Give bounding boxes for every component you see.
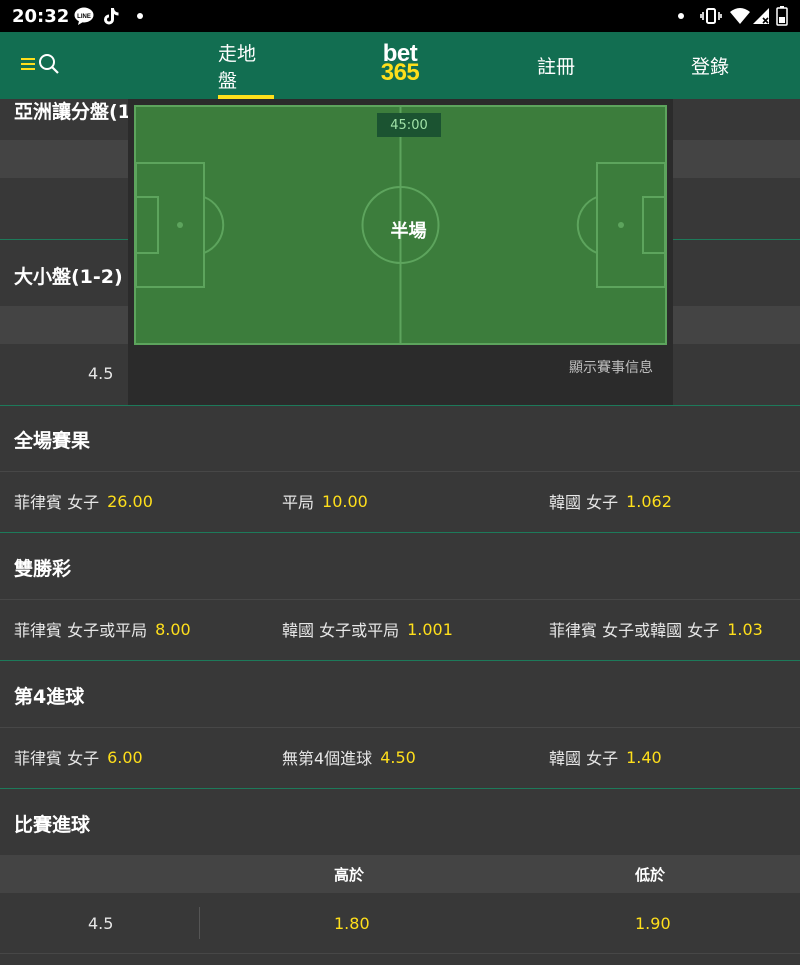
tiktok-icon bbox=[102, 7, 120, 25]
hamburger-icon[interactable] bbox=[20, 56, 36, 76]
signal-no-data-icon bbox=[752, 7, 770, 25]
divider bbox=[0, 788, 800, 789]
selection-away[interactable]: 韓國 女子 1.062 bbox=[549, 471, 672, 531]
selection-away-goal[interactable]: 韓國 女子 1.40 bbox=[549, 727, 662, 787]
match-clock: 45:00 bbox=[377, 113, 441, 137]
goals-line: 4.5 bbox=[88, 913, 114, 933]
divider bbox=[0, 405, 800, 406]
column-under: 低於 bbox=[635, 866, 666, 884]
match-goals-header-band: 高於 低於 bbox=[0, 855, 800, 893]
over-price[interactable]: 1.80 bbox=[334, 893, 370, 953]
nav-in-play[interactable]: 走地盤 bbox=[218, 32, 274, 99]
selection-no-goal[interactable]: 無第4個進球 4.50 bbox=[282, 727, 416, 787]
match-goals-row: 4.5 1.80 1.90 bbox=[0, 893, 800, 953]
match-status-label: 半場 bbox=[390, 221, 427, 242]
divider bbox=[0, 660, 800, 661]
menu-search-button[interactable] bbox=[20, 54, 64, 78]
football-pitch: 45:00 半場 bbox=[134, 105, 667, 345]
battery-icon bbox=[776, 6, 788, 26]
match-visualizer-panel: 45:00 半場 顯示賽事信息 bbox=[128, 99, 673, 405]
full-time-result-title: 全場賽果 bbox=[14, 430, 91, 452]
nav-login[interactable]: 登錄 bbox=[690, 32, 730, 99]
notification-dot-icon bbox=[677, 7, 685, 25]
bet365-logo[interactable]: bet 365 bbox=[377, 42, 423, 85]
double-chance-title: 雙勝彩 bbox=[14, 558, 72, 580]
selection-home-goal[interactable]: 菲律賓 女子 6.00 bbox=[14, 727, 143, 787]
selection-home[interactable]: 菲律賓 女子 26.00 bbox=[14, 471, 153, 531]
divider bbox=[0, 953, 800, 954]
vibrate-icon bbox=[700, 7, 722, 25]
search-icon[interactable] bbox=[38, 53, 60, 79]
column-divider bbox=[199, 907, 200, 939]
divider bbox=[0, 532, 800, 533]
over-under-title: 大小盤(1-2) bbox=[14, 266, 123, 288]
status-time: 20:32 bbox=[12, 6, 70, 27]
selection-draw[interactable]: 平局 10.00 bbox=[282, 471, 368, 531]
notification-dot-icon bbox=[136, 7, 144, 25]
status-bar: 20:32 LINE bbox=[0, 0, 800, 32]
svg-text:LINE: LINE bbox=[77, 14, 91, 20]
wifi-icon bbox=[729, 7, 751, 25]
selection-away-or-draw[interactable]: 韓國 女子或平局 1.001 bbox=[282, 599, 453, 659]
selection-home-or-away[interactable]: 菲律賓 女子或韓國 女子 1.03 bbox=[549, 599, 763, 659]
nav-register[interactable]: 註冊 bbox=[536, 32, 576, 99]
column-over: 高於 bbox=[334, 866, 365, 884]
over-under-line: 4.5 bbox=[88, 364, 114, 383]
match-goals-title: 比賽進球 bbox=[14, 814, 91, 836]
selection-home-or-draw[interactable]: 菲律賓 女子或平局 8.00 bbox=[14, 599, 191, 659]
under-price[interactable]: 1.90 bbox=[635, 893, 671, 953]
show-match-info-link[interactable]: 顯示賽事信息 bbox=[569, 357, 653, 377]
full-time-result-row: 菲律賓 女子 26.00 平局 10.00 韓國 女子 1.062 bbox=[0, 471, 800, 531]
double-chance-row: 菲律賓 女子或平局 8.00 韓國 女子或平局 1.001 菲律賓 女子或韓國 … bbox=[0, 599, 800, 659]
fourth-goal-title: 第4進球 bbox=[14, 686, 85, 708]
line-app-icon: LINE bbox=[74, 7, 94, 25]
asian-handicap-title: 亞洲讓分盤(1 bbox=[14, 101, 131, 123]
fourth-goal-row: 菲律賓 女子 6.00 無第4個進球 4.50 韓國 女子 1.40 bbox=[0, 727, 800, 787]
app-header: 走地盤 bet 365 註冊 登錄 bbox=[0, 32, 800, 99]
